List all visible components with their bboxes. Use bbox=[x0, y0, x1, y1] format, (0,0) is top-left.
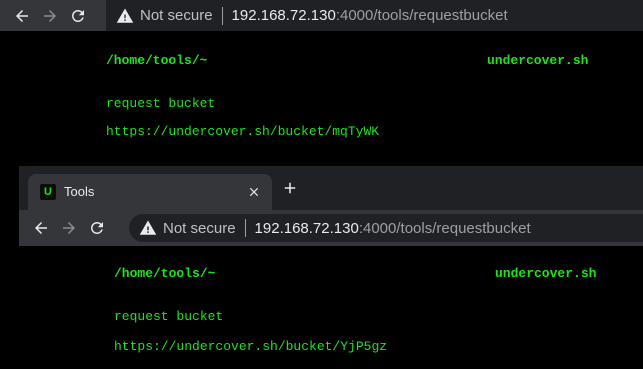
tab-tools[interactable]: U Tools bbox=[28, 174, 272, 210]
cwd-label: /home/tools/~ bbox=[106, 53, 208, 68]
back-arrow-icon bbox=[16, 9, 28, 22]
tab-title: Tools bbox=[64, 184, 95, 199]
url-path: :4000/tools/requestbucket bbox=[358, 219, 531, 237]
reload-icon bbox=[71, 9, 84, 22]
security-label[interactable]: Not secure bbox=[140, 7, 213, 24]
front-page-content: /home/tools/~ undercover.sh request buck… bbox=[19, 246, 643, 369]
page-heading: request bucket bbox=[114, 309, 224, 324]
back-button[interactable] bbox=[27, 214, 55, 242]
page-heading: request bucket bbox=[106, 96, 216, 111]
forward-arrow-icon bbox=[63, 222, 75, 234]
back-arrow-icon bbox=[35, 222, 47, 234]
url-host: 192.168.72.130 bbox=[254, 219, 359, 237]
reload-icon bbox=[90, 221, 103, 234]
reload-button[interactable] bbox=[64, 2, 92, 30]
close-icon[interactable] bbox=[246, 184, 262, 200]
bucket-url-link[interactable]: https://undercover.sh/bucket/mqTyWK bbox=[106, 124, 379, 139]
back-button[interactable] bbox=[8, 2, 36, 30]
favicon-icon: U bbox=[40, 184, 56, 200]
reload-button[interactable] bbox=[83, 214, 111, 242]
brand-link[interactable]: undercover.sh bbox=[495, 266, 596, 281]
plus-icon[interactable] bbox=[281, 179, 299, 197]
forward-button[interactable] bbox=[55, 214, 83, 242]
forward-arrow-icon bbox=[44, 9, 56, 22]
address-divider bbox=[221, 6, 223, 25]
forward-button[interactable] bbox=[36, 2, 64, 30]
url-path: :4000/tools/requestbucket bbox=[335, 7, 508, 24]
back-page-content: /home/tools/~ undercover.sh request buck… bbox=[0, 31, 643, 166]
tab-strip: U Tools bbox=[19, 166, 643, 210]
brand-link[interactable]: undercover.sh bbox=[487, 53, 588, 68]
cwd-label: /home/tools/~ bbox=[114, 266, 216, 281]
front-address-bar[interactable]: Not secure 192.168.72.130:4000/tools/req… bbox=[129, 214, 643, 242]
warning-triangle-icon bbox=[139, 219, 157, 237]
warning-triangle-icon bbox=[116, 7, 134, 25]
back-address-bar[interactable]: Not secure 192.168.72.130:4000/tools/req… bbox=[106, 0, 643, 31]
bucket-url-link[interactable]: https://undercover.sh/bucket/YjP5gz bbox=[114, 339, 387, 354]
front-toolbar: Not secure 192.168.72.130:4000/tools/req… bbox=[19, 210, 643, 246]
url-host: 192.168.72.130 bbox=[231, 7, 336, 24]
address-divider bbox=[244, 219, 246, 237]
front-browser-window: U Tools Not secure 192.168.72.130:4000/… bbox=[19, 166, 643, 369]
security-label[interactable]: Not secure bbox=[163, 220, 236, 237]
